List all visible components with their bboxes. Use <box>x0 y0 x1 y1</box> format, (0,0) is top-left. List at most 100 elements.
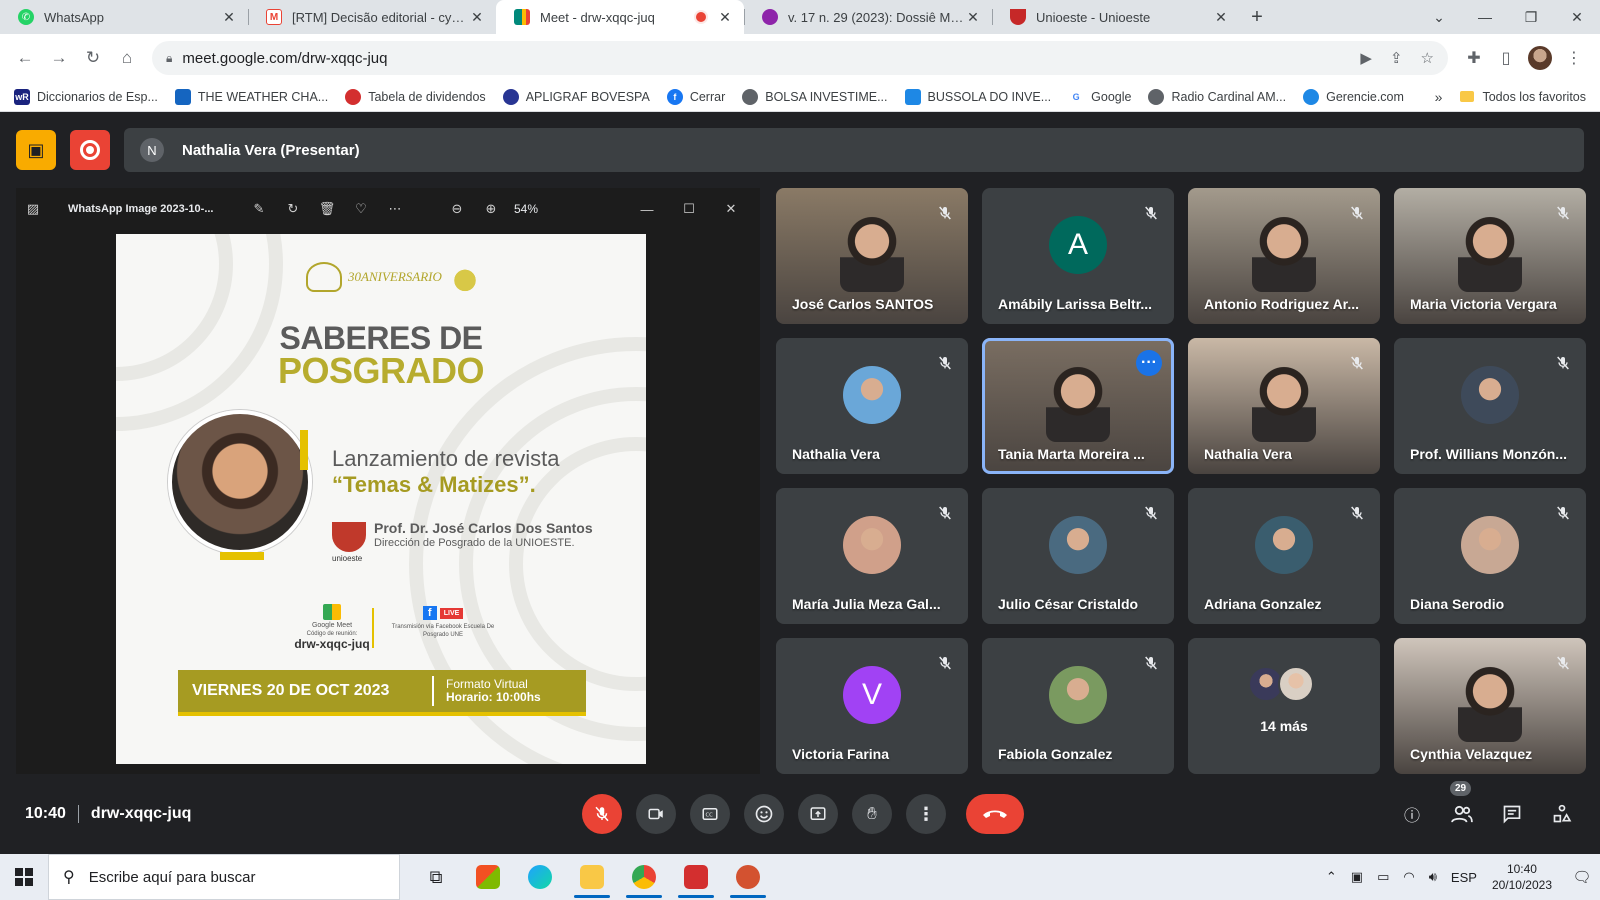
bookmark-item[interactable]: Radio Cardinal AM... <box>1148 88 1286 105</box>
camera-button[interactable] <box>636 794 676 834</box>
bookmark-item[interactable]: Tabela de dividendos <box>345 88 486 105</box>
volume-icon[interactable]: 🔊︎ <box>1429 869 1437 885</box>
bookmark-item[interactable]: THE WEATHER CHA... <box>174 88 328 105</box>
start-button[interactable] <box>0 854 48 900</box>
tab-title: Unioeste - Unioeste <box>1036 9 1151 25</box>
forward-icon[interactable]: → <box>44 43 74 73</box>
profile-avatar[interactable] <box>1528 46 1552 70</box>
participant-tile[interactable]: Fabiola Gonzalez <box>982 638 1174 774</box>
bookmark-item[interactable]: APLIGRAF BOVESPA <box>502 88 650 105</box>
close-window-button[interactable]: ✕ <box>1554 0 1600 34</box>
participant-tile[interactable]: Julio César Cristaldo <box>982 488 1174 624</box>
window-controls: ⌄ — ❐ ✕ <box>1416 0 1600 34</box>
tab-gmail[interactable]: M [RTM] Decisão editorial - cynthia ✕ <box>248 0 496 34</box>
participant-tile[interactable]: Tania Marta Moreira ... ··· <box>982 338 1174 474</box>
participant-video <box>1458 664 1522 742</box>
bookmark-star-icon[interactable]: ☆ <box>1421 49 1434 67</box>
tab-unioeste[interactable]: Unioeste - Unioeste ✕ <box>992 0 1240 34</box>
all-favorites-link[interactable]: Todos los favoritos <box>1482 90 1586 104</box>
taskbar-search[interactable]: ⚲ Escribe aquí para buscar <box>48 854 400 900</box>
store-app[interactable] <box>462 854 514 900</box>
participant-tile[interactable]: V Victoria Farina <box>776 638 968 774</box>
new-tab-button[interactable]: + <box>1240 0 1274 34</box>
bookmark-item[interactable]: G Google <box>1068 88 1131 105</box>
recording-button[interactable] <box>70 130 110 170</box>
wifi-icon[interactable]: ◠ <box>1403 869 1414 885</box>
participant-tile[interactable]: María Julia Meza Gal... <box>776 488 968 624</box>
bookmark-item[interactable]: wR Diccionarios de Esp... <box>14 88 158 105</box>
back-icon[interactable]: ← <box>10 43 40 73</box>
participant-tile[interactable]: Adriana Gonzalez <box>1188 488 1380 624</box>
home-icon[interactable]: ⌂ <box>112 43 142 73</box>
participant-tile[interactable]: Cynthia Velazquez <box>1394 638 1586 774</box>
participant-tile[interactable]: José Carlos SANTOS <box>776 188 968 324</box>
raise-hand-button[interactable]: ✋︎ <box>852 794 892 834</box>
mic-muted-icon <box>1552 502 1574 524</box>
tab-journal[interactable]: v. 17 n. 29 (2023): Dossiê Memó ✕ <box>744 0 992 34</box>
explorer-app[interactable] <box>566 854 618 900</box>
launch-text: Lanzamiento de revista <box>332 446 560 471</box>
lock-icon[interactable]: 🔒︎ <box>166 51 172 66</box>
extensions-icon[interactable]: ✚ <box>1458 48 1490 68</box>
participant-tile[interactable]: Nathalia Vera <box>776 338 968 474</box>
battery-icon[interactable]: ▭ <box>1377 869 1389 885</box>
powerpoint-app[interactable] <box>722 854 774 900</box>
leave-call-button[interactable] <box>966 794 1024 834</box>
chrome-app[interactable] <box>618 854 670 900</box>
tab-meet[interactable]: Meet - drw-xqqc-juq ✕ <box>496 0 744 34</box>
notifications-icon[interactable]: 🗨︎ <box>1564 868 1600 886</box>
acrobat-app[interactable] <box>670 854 722 900</box>
bookmark-item[interactable]: f Cerrar <box>666 88 725 105</box>
taskbar-clock[interactable]: 10:40 20/10/2023 <box>1492 861 1552 893</box>
tab-whatsapp[interactable]: ✆ WhatsApp ✕ <box>0 0 248 34</box>
captions-button[interactable]: CC <box>690 794 730 834</box>
participant-tile[interactable]: Antonio Rodriguez Ar... <box>1188 188 1380 324</box>
stop-presenting-button[interactable]: ▣ <box>16 130 56 170</box>
more-options-button[interactable]: ⋮ <box>906 794 946 834</box>
more-participants-tile[interactable]: 14 más <box>1188 638 1380 774</box>
people-button[interactable]: 29 <box>1446 781 1478 830</box>
chevron-up-icon[interactable]: ⌃ <box>1326 869 1337 885</box>
share-icon[interactable]: ⇪ <box>1390 49 1403 67</box>
participant-tile[interactable]: Maria Victoria Vergara <box>1394 188 1586 324</box>
activities-button[interactable] <box>1546 798 1578 830</box>
clock-date: 20/10/2023 <box>1491 878 1552 892</box>
present-button[interactable] <box>798 794 838 834</box>
browser-menu-icon[interactable]: ⋮ <box>1558 48 1590 68</box>
network-drive-icon[interactable]: ▣ <box>1351 869 1363 885</box>
edge-app[interactable] <box>514 854 566 900</box>
close-tab-icon[interactable]: ✕ <box>468 9 486 26</box>
bookmark-item[interactable]: BOLSA INVESTIME... <box>742 88 888 105</box>
poster-logos: 30ANIVERSARIO <box>306 260 482 294</box>
meeting-info-button[interactable]: ⓘ <box>1396 798 1428 830</box>
present-screen-icon <box>810 807 826 820</box>
close-tab-icon[interactable]: ✕ <box>1212 9 1230 26</box>
url-text[interactable]: meet.google.com/drw-xqqc-juq <box>182 50 1342 67</box>
mic-button[interactable] <box>582 794 622 834</box>
bookmark-item[interactable]: BUSSOLA DO INVE... <box>904 88 1051 105</box>
minimize-button[interactable]: — <box>1462 0 1508 34</box>
bookmark-item[interactable]: Gerencie.com <box>1303 88 1404 105</box>
tab-search-icon[interactable]: ⌄ <box>1416 0 1462 34</box>
maximize-button[interactable]: ❐ <box>1508 0 1554 34</box>
bookmarks-more-button[interactable]: » <box>1435 89 1443 105</box>
task-view-button[interactable]: ⧉ <box>410 854 462 900</box>
participant-options-button[interactable]: ··· <box>1136 350 1162 376</box>
chat-button[interactable] <box>1496 798 1528 830</box>
address-bar[interactable]: 🔒︎ meet.google.com/drw-xqqc-juq ▶︎ ⇪ ☆ <box>152 41 1448 75</box>
side-panel-icon[interactable]: ▯ <box>1490 48 1522 68</box>
participant-name: María Julia Meza Gal... <box>792 596 941 612</box>
participant-tile[interactable]: A Amábily Larissa Beltr... <box>982 188 1174 324</box>
participant-tile[interactable]: Diana Serodio <box>1394 488 1586 624</box>
language-indicator[interactable]: ESP <box>1451 870 1477 885</box>
participant-tile[interactable]: Nathalia Vera <box>1188 338 1380 474</box>
reactions-button[interactable] <box>744 794 784 834</box>
reload-icon[interactable]: ↻ <box>78 43 108 73</box>
event-poster: 30ANIVERSARIO SABERES DE POSGRADO Lanzam… <box>116 234 646 764</box>
camera-in-use-icon[interactable]: ▶︎ <box>1360 49 1372 67</box>
close-tab-icon[interactable]: ✕ <box>964 9 982 26</box>
close-tab-icon[interactable]: ✕ <box>716 9 734 26</box>
participant-tile[interactable]: Prof. Willians Monzón... <box>1394 338 1586 474</box>
participant-avatar <box>1049 666 1107 725</box>
close-tab-icon[interactable]: ✕ <box>220 9 238 26</box>
